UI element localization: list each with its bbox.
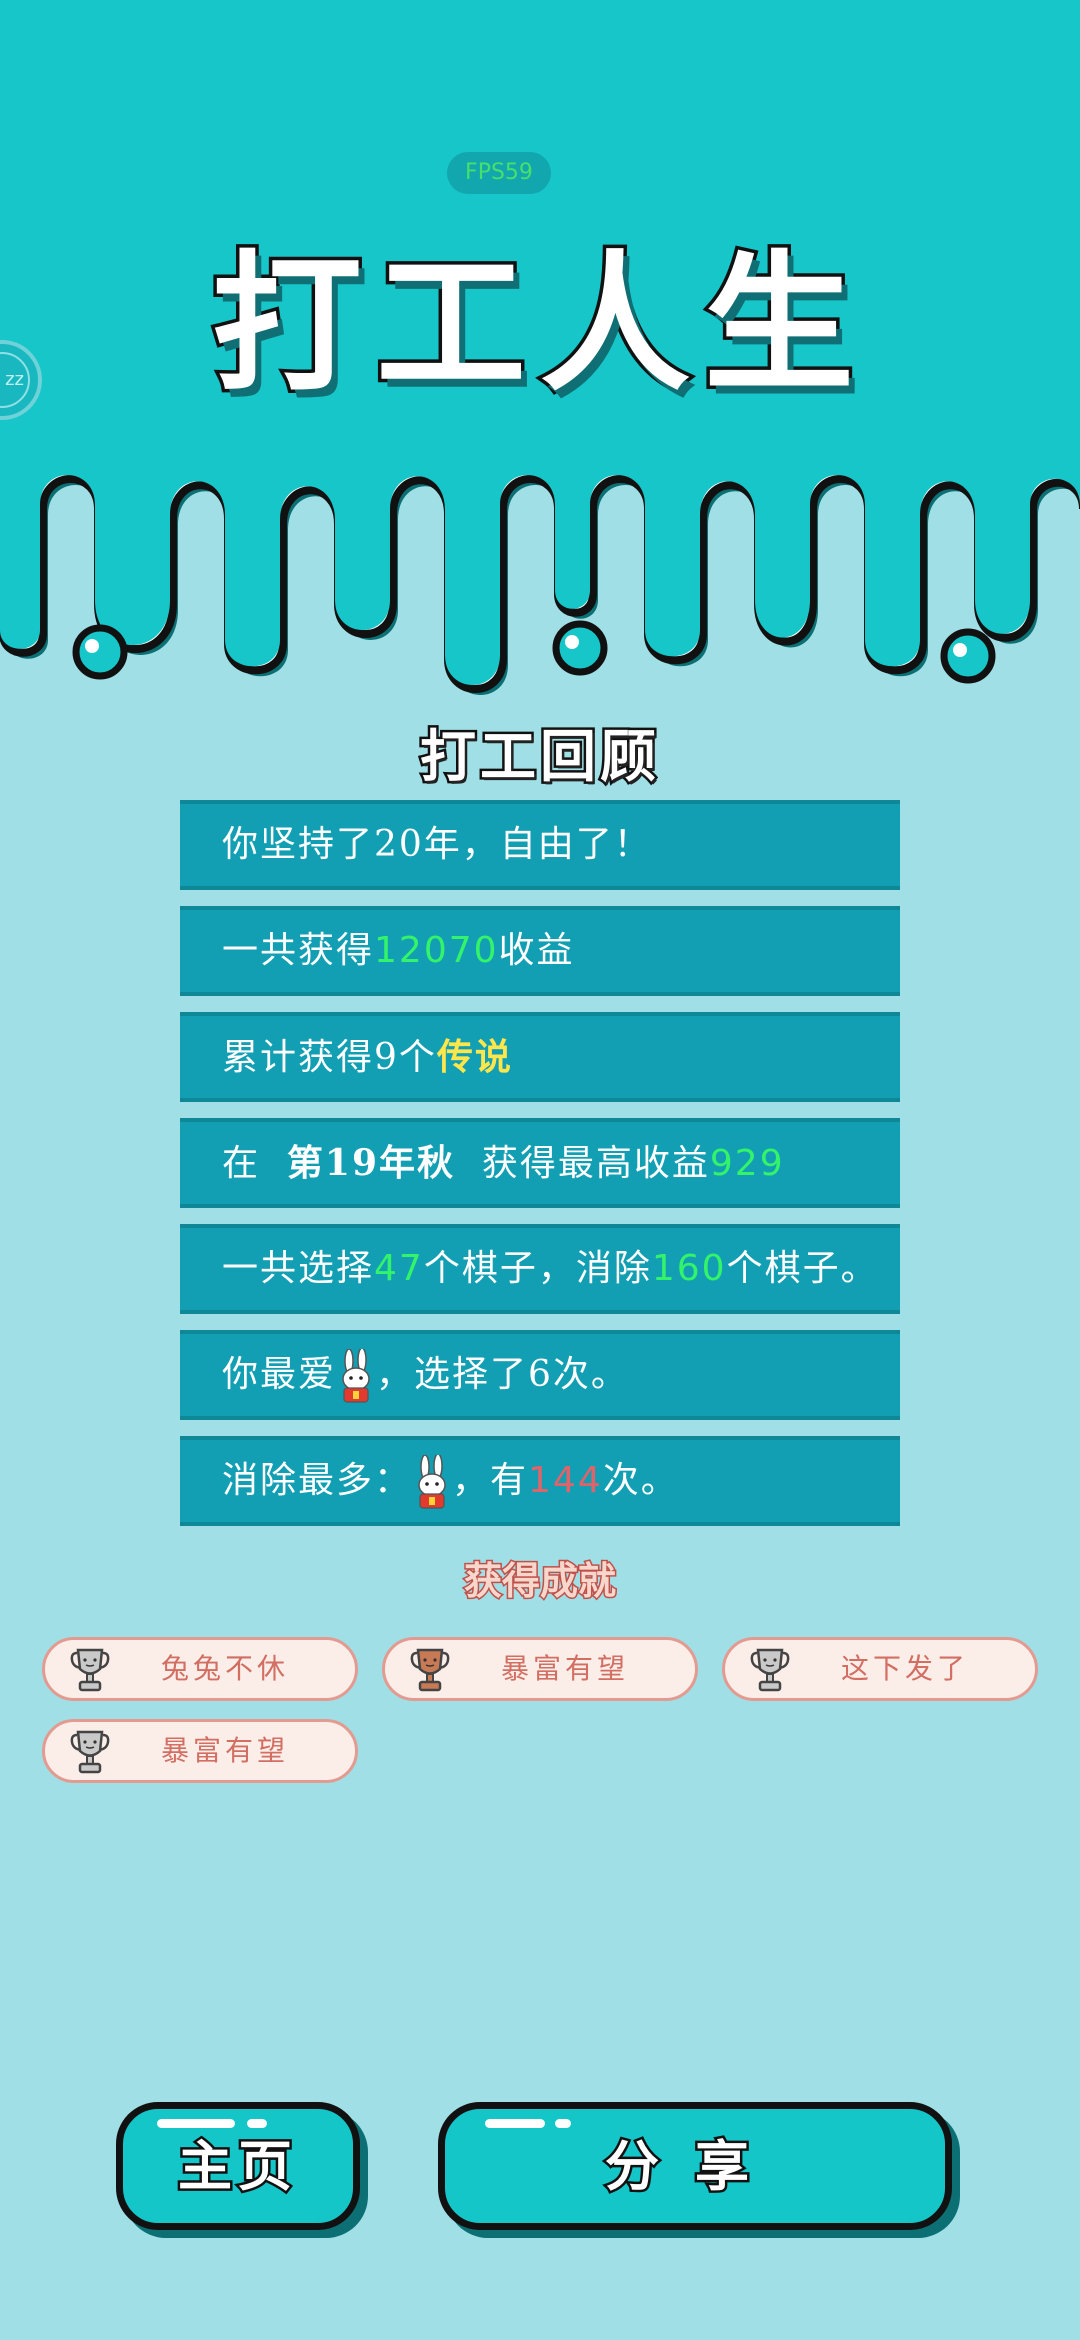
review-row-text: 一共获得 [222,930,375,971]
review-row-text: 160 [651,1248,727,1289]
review-row: 你最爱 ，选择了6次。 [180,1330,900,1420]
review-row-text: 一共选择 [222,1248,375,1289]
trophy-icon [69,1647,111,1693]
bunny-icon [412,1453,452,1511]
review-row-text: 个棋子。 [726,1248,879,1289]
review-row-text: 收益 [498,930,575,971]
review-row-text: 929 [709,1143,785,1184]
trophy-icon [409,1647,451,1693]
achievement-badge[interactable]: 暴富有望 [42,1719,358,1783]
review-row-text: 累计获得9个 [222,1037,437,1078]
review-row-text: 次。 [602,1460,679,1501]
achievement-label: 兔兔不休 [160,1652,289,1685]
home-button[interactable]: 主页 [116,2102,360,2230]
review-row-text: 47 [374,1248,424,1289]
review-row-text: 12070 [374,930,499,971]
share-button[interactable]: 分享 [438,2102,952,2230]
review-title: 打工回顾 [418,722,660,793]
achievement-badge[interactable]: 暴富有望 [382,1637,698,1701]
review-row-text: 在 [222,1143,287,1184]
review-row: 一共选择47个棋子，消除160个棋子。 [180,1224,900,1314]
review-row: 消除最多： ，有144次。 [180,1436,900,1526]
achievement-badge[interactable]: 这下发了 [722,1637,1038,1701]
home-button-label: 主页 [176,2132,298,2201]
review-row-text: ，有 [452,1460,529,1501]
review-row-text: 个棋子，消除 [423,1248,652,1289]
share-button-label: 分享 [603,2132,785,2201]
review-row: 你坚持了20年，自由了！ [180,800,900,890]
drip-drops [72,620,996,684]
trophy-icon [69,1729,111,1775]
review-row-text: 消除最多： [222,1460,413,1501]
achievement-label: 暴富有望 [500,1652,629,1685]
game-title: 打工人生 [208,235,868,416]
review-row-text: 144 [528,1460,603,1501]
review-row-text: 第19年秋 [286,1142,455,1184]
review-row: 在 第19年秋 获得最高收益929 [180,1118,900,1208]
review-row-text: 传说 [436,1036,513,1078]
review-row-text: 你坚持了20年，自由了！ [222,824,652,865]
review-row: 累计获得9个传说 [180,1012,900,1102]
bunny-icon [336,1347,376,1405]
review-row-text: 你最爱 [222,1354,337,1395]
review-row: 一共获得12070收益 [180,906,900,996]
fps-counter: FPS59 [447,152,551,194]
review-row-text: 获得最高收益 [455,1143,710,1184]
achievement-label: 这下发了 [840,1652,969,1685]
achievement-badge[interactable]: 兔兔不休 [42,1637,358,1701]
review-row-text: ，选择了6次。 [376,1354,629,1395]
achievement-label: 暴富有望 [160,1734,289,1767]
achievements-title: 获得成就 [462,1557,617,1605]
trophy-icon [749,1647,791,1693]
